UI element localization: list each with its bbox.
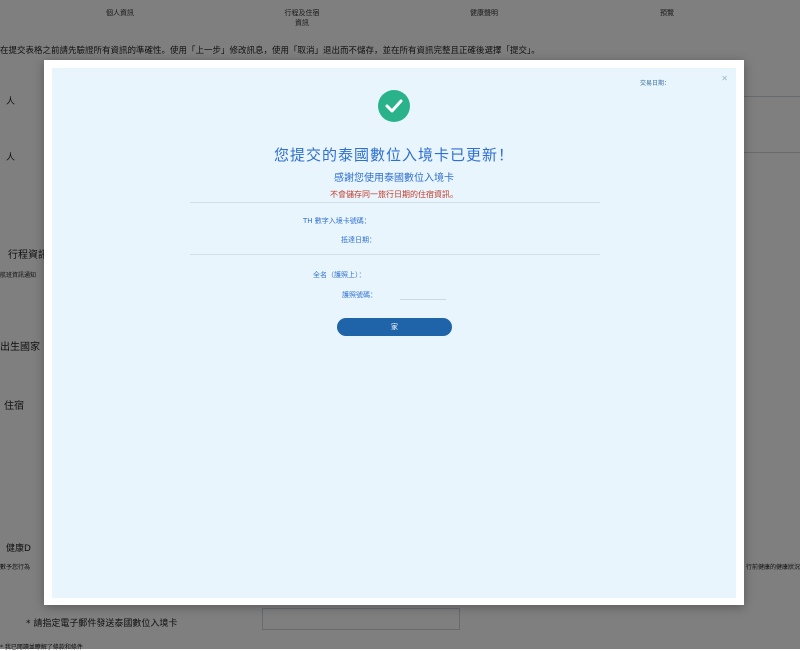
confirmation-modal: 交易日期： ✕ 您提交的泰國數位入境卡已更新！ 感謝您使用泰國數位入境卡 不會儲…	[44, 60, 744, 605]
lodging-warning: 不會儲存同一旅行日期的住宿資訊。	[330, 190, 458, 199]
success-title: 您提交的泰國數位入境卡已更新！	[273, 146, 514, 164]
thanks-subtitle: 感謝您使用泰國數位入境卡	[334, 173, 454, 184]
passport-number-value	[400, 299, 446, 300]
check-circle-icon	[378, 90, 410, 122]
card-number-label: TH 數字入境卡號碼：	[303, 217, 371, 225]
close-icon[interactable]: ✕	[721, 74, 728, 83]
home-button[interactable]: 家	[337, 318, 452, 336]
arrival-date-label: 抵達日期：	[341, 236, 376, 244]
full-name-label: 全名（護照上）：	[313, 271, 366, 279]
checkmark-icon	[385, 99, 403, 113]
divider	[190, 254, 600, 255]
modal-content: 交易日期： ✕ 您提交的泰國數位入境卡已更新！ 感謝您使用泰國數位入境卡 不會儲…	[52, 68, 736, 598]
divider	[190, 202, 600, 203]
passport-number-label: 護照號碼：	[342, 291, 377, 299]
transaction-date-label: 交易日期：	[639, 80, 670, 87]
